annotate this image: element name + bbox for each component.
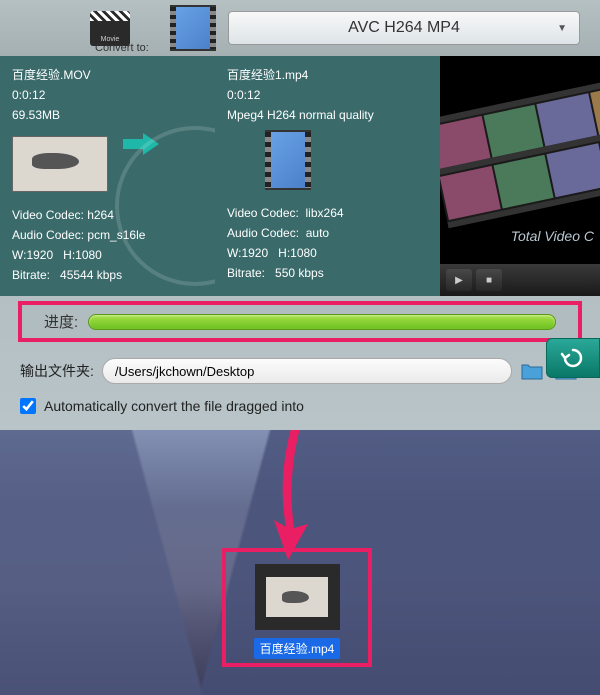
auto-convert-checkbox[interactable]: [20, 398, 36, 414]
folder-open-icon: [520, 361, 544, 381]
destination-panel: 百度经验1.mp4 0:0:12 Mpeg4 H264 normal quali…: [215, 56, 440, 296]
destination-filename: 百度经验1.mp4: [227, 66, 428, 84]
progress-row: 进度:: [18, 301, 582, 342]
film-format-icon: [170, 5, 216, 51]
source-filesize: 69.53MB: [12, 106, 203, 124]
source-filename: 百度经验.MOV: [12, 66, 203, 84]
output-row: 输出文件夹:: [0, 352, 600, 390]
annotation-arrow-icon: [266, 430, 326, 567]
source-thumbnail: [12, 136, 108, 192]
destination-video-codec: Video Codec: libx264: [227, 204, 428, 222]
file-thumbnail-icon: [255, 564, 340, 630]
play-button[interactable]: ▶: [446, 269, 472, 291]
progress-bar: [88, 314, 556, 330]
output-path-input[interactable]: [102, 358, 512, 384]
chevron-down-icon: ▼: [557, 23, 567, 34]
format-dropdown[interactable]: AVC H264 MP4 ▼: [228, 11, 580, 45]
open-folder-button[interactable]: [518, 359, 546, 383]
destination-format-icon: [265, 130, 311, 190]
destination-duration: 0:0:12: [227, 86, 428, 104]
arrow-right-icon: [123, 131, 159, 162]
stop-button[interactable]: ■: [476, 269, 502, 291]
preview-title: Total Video C: [511, 228, 594, 244]
converter-app-window: Movie Convert to: AVC H264 MP4 ▼ 百度经验.MO…: [0, 0, 600, 430]
output-folder-label: 输出文件夹:: [20, 361, 94, 381]
progress-label: 进度:: [44, 311, 78, 332]
player-controls: ▶ ■: [440, 264, 600, 296]
revert-button[interactable]: [546, 338, 600, 378]
desktop-background[interactable]: 百度经验.mp4: [0, 430, 600, 695]
source-duration: 0:0:12: [12, 86, 203, 104]
source-dimensions: W:1920 H:1080: [12, 246, 203, 264]
source-video-codec: Video Codec: h264: [12, 206, 203, 224]
undo-icon: [559, 346, 587, 370]
movie-clapper-icon[interactable]: Movie: [90, 11, 130, 46]
destination-audio-codec: Audio Codec: auto: [227, 224, 428, 242]
source-bitrate: Bitrate: 45544 kbps: [12, 266, 203, 284]
header-bar: Movie Convert to: AVC H264 MP4 ▼: [0, 0, 600, 56]
file-name-label: 百度经验.mp4: [254, 638, 341, 659]
source-audio-codec: Audio Codec: pcm_s16le: [12, 226, 203, 244]
destination-dimensions: W:1920 H:1080: [227, 244, 428, 262]
format-selected-text: AVC H264 MP4: [348, 19, 460, 37]
source-panel: 百度经验.MOV 0:0:12 69.53MB Video Codec: h26…: [0, 56, 215, 296]
preview-image: [450, 86, 600, 226]
seek-slider[interactable]: [510, 278, 590, 282]
desktop-output-file[interactable]: 百度经验.mp4: [222, 548, 372, 667]
destination-bitrate: Bitrate: 550 kbps: [227, 264, 428, 282]
auto-convert-label: Automatically convert the file dragged i…: [44, 398, 304, 414]
auto-convert-row: Automatically convert the file dragged i…: [0, 390, 600, 422]
convert-to-label: Convert to:: [95, 42, 149, 54]
conversion-area: 百度经验.MOV 0:0:12 69.53MB Video Codec: h26…: [0, 56, 600, 296]
preview-panel: Total Video C ▶ ■: [440, 56, 600, 296]
destination-quality: Mpeg4 H264 normal quality: [227, 106, 428, 124]
